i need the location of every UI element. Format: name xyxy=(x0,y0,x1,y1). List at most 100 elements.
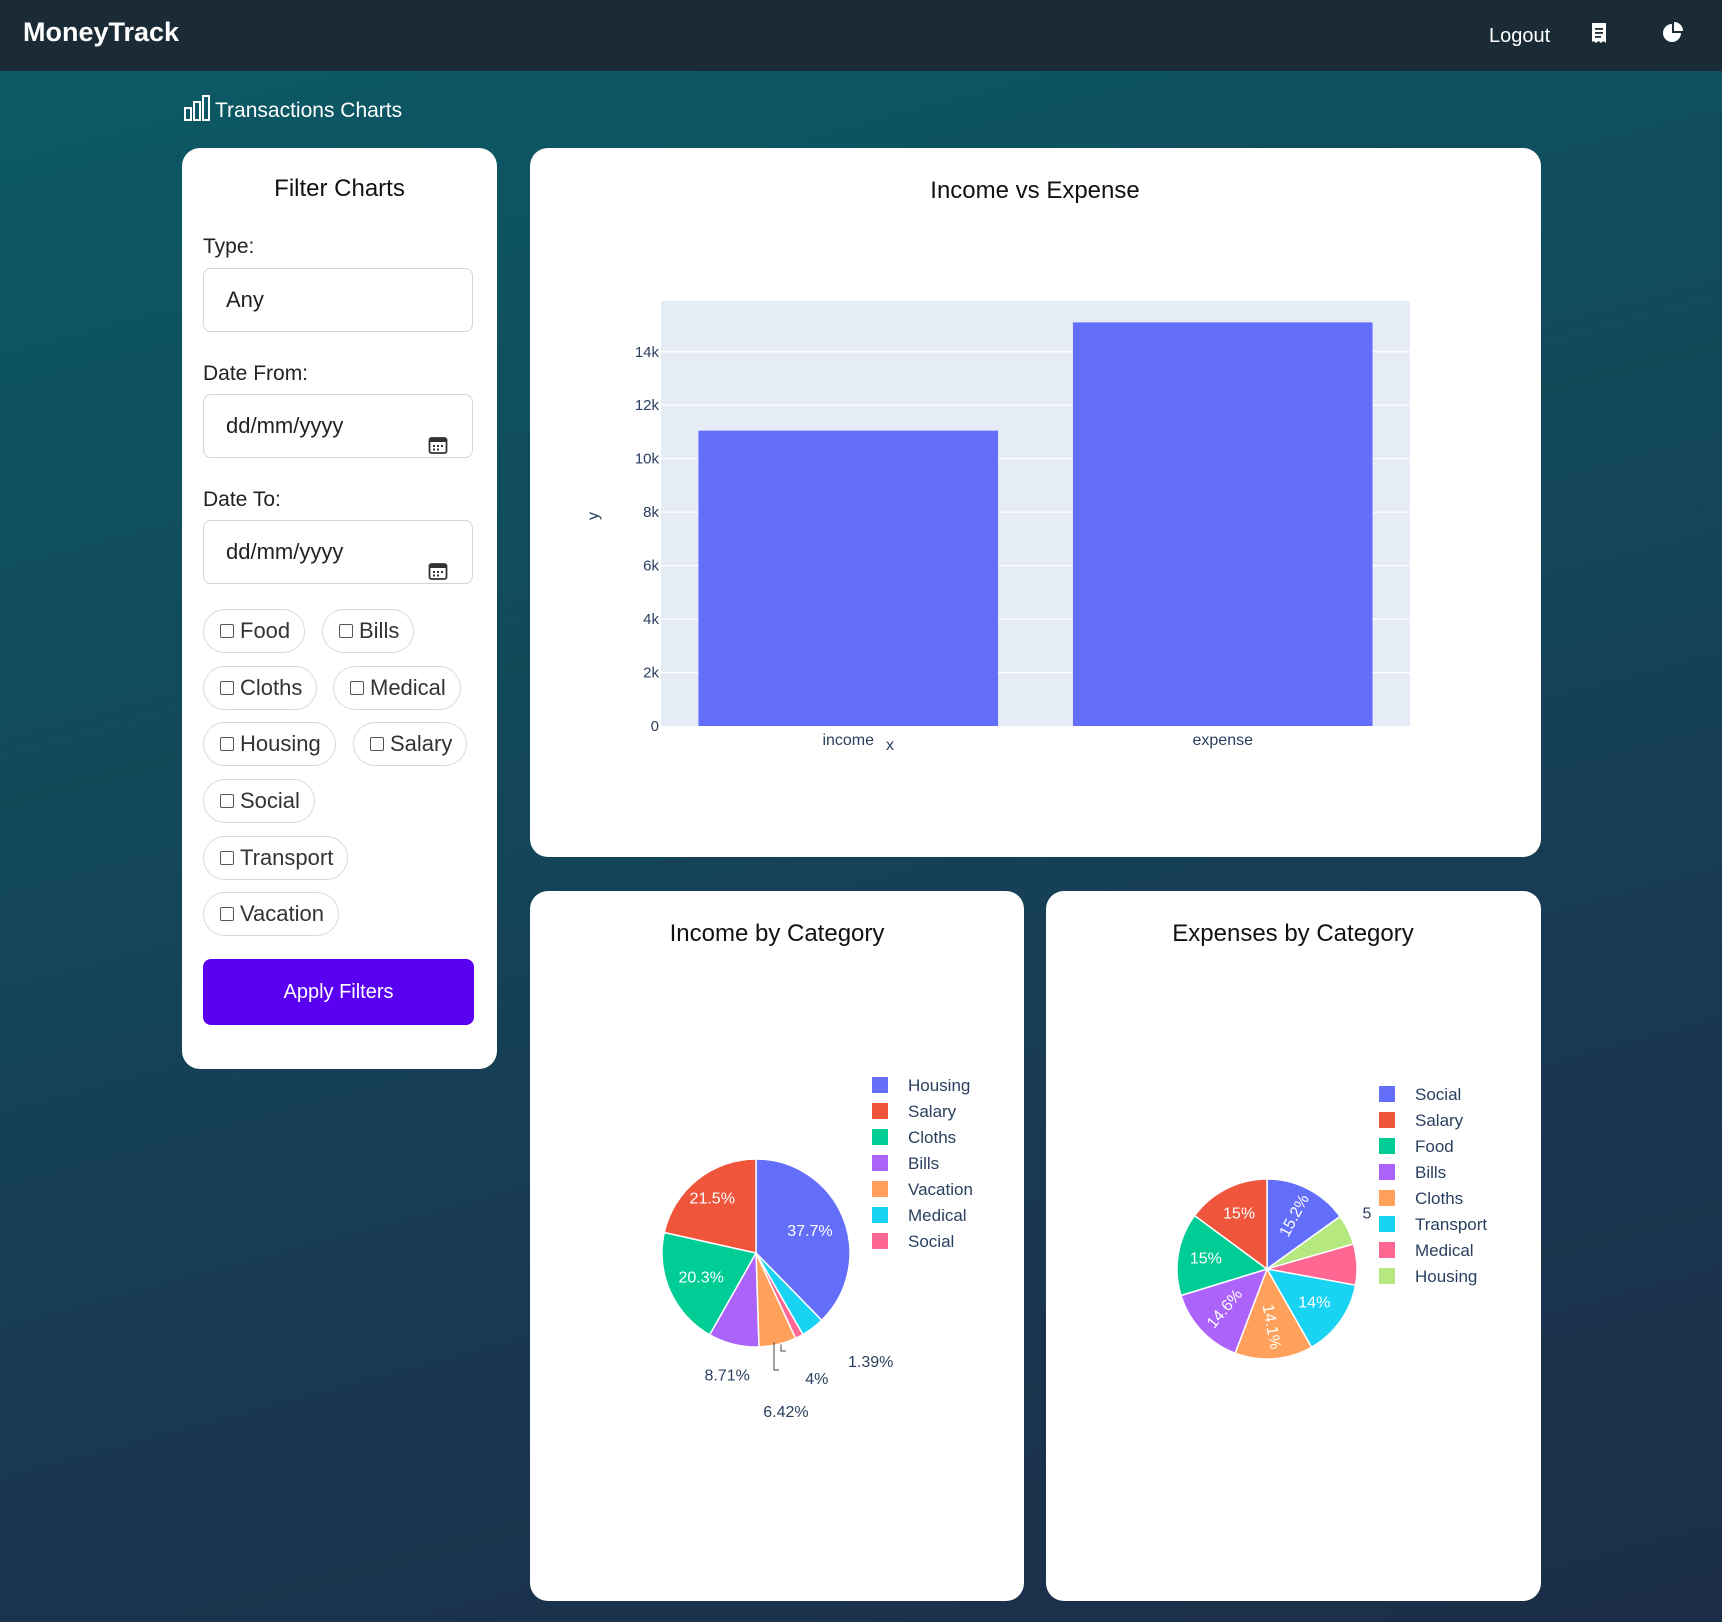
legend-item-housing[interactable]: Housing xyxy=(908,1076,970,1095)
checkbox-food[interactable] xyxy=(220,624,234,638)
legend-item-social[interactable]: Social xyxy=(1415,1085,1461,1104)
legend-swatch[interactable] xyxy=(1379,1086,1395,1102)
page-heading: Transactions Charts xyxy=(183,94,403,128)
chart-title: Expenses by Category xyxy=(1172,920,1413,947)
date-from-label: Date From: xyxy=(203,362,309,385)
legend-swatch[interactable] xyxy=(872,1077,888,1093)
receipt-icon[interactable] xyxy=(1586,20,1612,46)
legend-swatch[interactable] xyxy=(872,1207,888,1223)
legend-item-cloths[interactable]: Cloths xyxy=(908,1128,956,1147)
category-chip-housing[interactable]: Housing xyxy=(203,722,336,766)
legend-swatch[interactable] xyxy=(872,1233,888,1249)
legend-swatch[interactable] xyxy=(1379,1138,1395,1154)
y-tick-label: 10k xyxy=(635,451,660,468)
legend-swatch[interactable] xyxy=(872,1181,888,1197)
category-chip-cloths[interactable]: Cloths xyxy=(203,666,318,710)
checkbox-transport[interactable] xyxy=(220,851,234,865)
chart-title: Income by Category xyxy=(670,920,885,947)
legend-item-bills[interactable]: Bills xyxy=(1415,1163,1446,1182)
legend-swatch[interactable] xyxy=(1379,1268,1395,1284)
category-chip-transport[interactable]: Transport xyxy=(203,836,349,880)
legend-item-salary[interactable]: Salary xyxy=(908,1102,957,1121)
legend-swatch[interactable] xyxy=(872,1103,888,1119)
income-by-category-card: Income by Category 37.7% 4% 1.39% 6.42% 8.71… xyxy=(530,891,1024,1601)
category-chip-medical[interactable]: Medical xyxy=(333,666,461,710)
x-tick-label: expense xyxy=(1193,732,1254,749)
date-to-input[interactable]: dd/mm/yyyy xyxy=(203,520,473,584)
slice-label: 15% xyxy=(1223,1206,1255,1223)
calendar-icon[interactable] xyxy=(428,417,448,454)
legend-swatch[interactable] xyxy=(1379,1112,1395,1128)
slice-label: 6.42% xyxy=(763,1404,808,1421)
legend-item-bills[interactable]: Bills xyxy=(908,1154,939,1173)
expenses-by-category-card: Expenses by Category 15.2% 5 14% 14.1% 14.6%… xyxy=(1046,891,1541,1601)
checkbox-medical[interactable] xyxy=(350,681,364,695)
y-axis-title: y xyxy=(585,512,602,520)
slice-label: 8.71% xyxy=(704,1368,749,1385)
category-chip-social[interactable]: Social xyxy=(203,779,315,823)
checkbox-bills[interactable] xyxy=(339,624,353,638)
chart-title: Income vs Expense xyxy=(930,177,1139,204)
apply-filters-button[interactable]: Apply Filters xyxy=(203,959,474,1025)
slice-label: 14% xyxy=(1298,1295,1330,1312)
legend-item-vacation[interactable]: Vacation xyxy=(908,1180,973,1199)
filter-panel: Filter Charts Type: Any Date From: dd/mm… xyxy=(182,148,497,1069)
chip-label: Transport xyxy=(240,845,334,870)
category-chip-food[interactable]: Food xyxy=(203,609,306,653)
legend-item-housing[interactable]: Housing xyxy=(1415,1267,1477,1286)
y-tick-label: 14k xyxy=(635,344,660,361)
y-tick-label: 4k xyxy=(643,611,659,628)
legend-item-social[interactable]: Social xyxy=(908,1232,954,1251)
bar-chart-icon xyxy=(183,94,211,128)
category-chip-bills[interactable]: Bills xyxy=(322,609,415,653)
expenses-by-category-chart: Expenses by Category 15.2% 514%14.1%14.6%… xyxy=(1172,920,1487,1360)
chip-label: Vacation xyxy=(240,901,324,926)
chip-label: Food xyxy=(240,618,291,643)
bar-expense[interactable] xyxy=(1072,322,1373,726)
checkbox-social[interactable] xyxy=(220,794,234,808)
legend-item-salary[interactable]: Salary xyxy=(1415,1111,1464,1130)
legend-item-medical[interactable]: Medical xyxy=(908,1206,967,1225)
income-vs-expense-chart: Income vs Expense 0 2k 4k 6k 8k 10k 12k 14k inco… xyxy=(585,177,1410,754)
y-tick-label: 6k xyxy=(643,558,659,575)
y-tick-label: 0 xyxy=(651,718,659,735)
chip-label: Bills xyxy=(359,618,400,643)
category-chip-salary[interactable]: Salary xyxy=(353,722,468,766)
calendar-icon[interactable] xyxy=(428,543,448,580)
date-to-placeholder: dd/mm/yyyy xyxy=(226,539,344,564)
date-from-placeholder: dd/mm/yyyy xyxy=(226,413,344,438)
legend-item-medical[interactable]: Medical xyxy=(1415,1241,1474,1260)
legend-swatch[interactable] xyxy=(872,1129,888,1145)
top-navbar: MoneyTrack Logout xyxy=(0,0,1722,71)
legend-swatch[interactable] xyxy=(1379,1190,1395,1206)
legend-item-cloths[interactable]: Cloths xyxy=(1415,1189,1463,1208)
legend-item-food[interactable]: Food xyxy=(1415,1137,1454,1156)
checkbox-salary[interactable] xyxy=(370,737,384,751)
slice-label: 21.5% xyxy=(690,1190,735,1207)
category-chip-vacation[interactable]: Vacation xyxy=(203,892,339,936)
chip-label: Salary xyxy=(390,731,453,756)
page-title: Transactions Charts xyxy=(215,99,403,122)
legend-swatch[interactable] xyxy=(1379,1216,1395,1232)
chip-label: Social xyxy=(240,788,300,813)
legend-swatch[interactable] xyxy=(1379,1164,1395,1180)
checkbox-housing[interactable] xyxy=(220,737,234,751)
leader-line xyxy=(773,1342,779,1371)
slice-label: 4% xyxy=(805,1371,828,1388)
chip-label: Medical xyxy=(370,675,446,700)
date-to-label: Date To: xyxy=(203,488,281,511)
type-select[interactable]: Any xyxy=(203,268,473,332)
legend-item-transport[interactable]: Transport xyxy=(1415,1215,1487,1234)
bar-income[interactable] xyxy=(698,430,999,726)
income-vs-expense-card: Income vs Expense 0 2k 4k 6k 8k 10k 12k 14k inco… xyxy=(530,148,1541,857)
brand-logo[interactable]: MoneyTrack xyxy=(23,17,179,48)
date-from-input[interactable]: dd/mm/yyyy xyxy=(203,394,473,458)
slice-label: 1.39% xyxy=(848,1354,893,1371)
checkbox-cloths[interactable] xyxy=(220,681,234,695)
logout-link[interactable]: Logout xyxy=(1489,25,1550,48)
legend-swatch[interactable] xyxy=(1379,1242,1395,1258)
y-tick-label: 12k xyxy=(635,397,660,414)
legend-swatch[interactable] xyxy=(872,1155,888,1171)
pie-chart-icon[interactable] xyxy=(1660,20,1686,46)
checkbox-vacation[interactable] xyxy=(220,907,234,921)
